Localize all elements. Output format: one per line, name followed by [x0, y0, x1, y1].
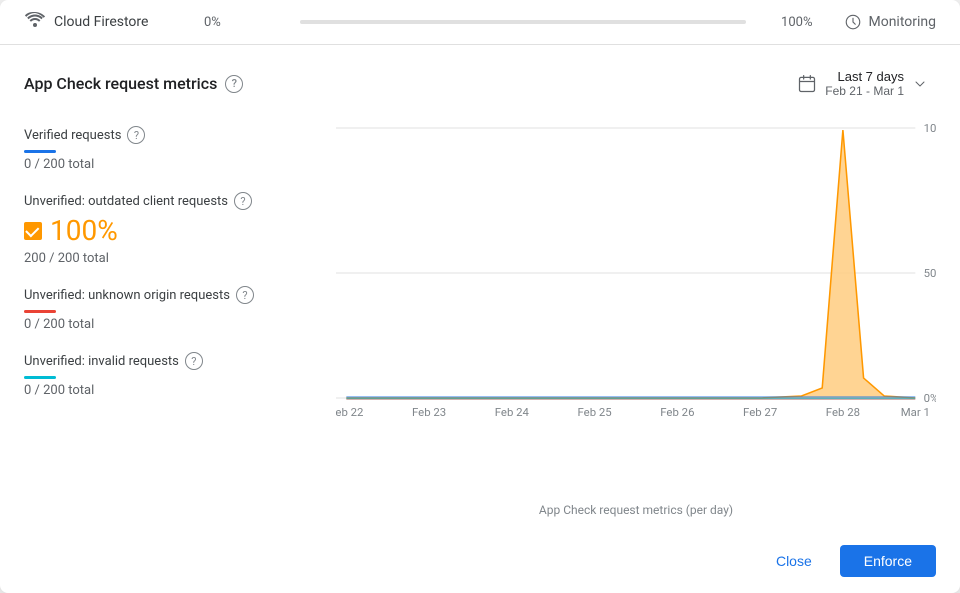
metric-invalid-line — [24, 376, 56, 379]
chart-svg: 100% 50% 0% Feb 22 Feb 23 Feb 24 Feb 25 … — [336, 118, 936, 499]
progress-left-label: 0% — [204, 15, 284, 30]
svg-text:Feb 28: Feb 28 — [826, 406, 860, 418]
section-help-icon[interactable]: ? — [225, 75, 243, 93]
section-header: App Check request metrics ? Last 7 days … — [24, 65, 936, 102]
section-title: App Check request metrics ? — [24, 74, 243, 93]
metric-unknown-origin-label: Unverified: unknown origin requests ? — [24, 286, 324, 304]
date-range-sub: Feb 21 - Mar 1 — [825, 84, 904, 98]
footer: Close Enforce — [0, 533, 960, 593]
metric-outdated-checkbox — [24, 222, 42, 240]
cloud-firestore-icon — [24, 12, 46, 32]
svg-text:100%: 100% — [924, 122, 936, 135]
service-info: Cloud Firestore — [24, 12, 204, 32]
svg-text:Feb 25: Feb 25 — [578, 406, 612, 418]
svg-text:0%: 0% — [924, 392, 936, 405]
metric-invalid: Unverified: invalid requests ? 0 / 200 t… — [24, 352, 324, 398]
main-content: App Check request metrics ? Last 7 days … — [0, 45, 960, 533]
date-range-button[interactable]: Last 7 days Feb 21 - Mar 1 — [789, 65, 936, 102]
close-button[interactable]: Close — [760, 545, 828, 577]
metric-verified-label: Verified requests ? — [24, 126, 324, 144]
metric-outdated-big: 100% — [24, 214, 324, 247]
metric-unknown-origin-value: 0 / 200 total — [24, 317, 324, 332]
service-name-label: Cloud Firestore — [54, 14, 148, 30]
svg-text:Mar 1: Mar 1 — [901, 406, 930, 418]
progress-right-label: 100% — [762, 15, 812, 30]
progress-bar — [300, 20, 746, 24]
metric-verified-line — [24, 150, 56, 153]
metric-verified: Verified requests ? 0 / 200 total — [24, 126, 324, 172]
metric-invalid-help[interactable]: ? — [185, 352, 203, 370]
dialog: Cloud Firestore 0% 100% Monitoring App C… — [0, 0, 960, 593]
monitoring-label: Monitoring — [868, 14, 936, 30]
metric-unknown-origin-help[interactable]: ? — [236, 286, 254, 304]
svg-text:Feb 27: Feb 27 — [743, 406, 777, 418]
chart-xlabel: App Check request metrics (per day) — [336, 503, 936, 517]
chart-graph: 100% 50% 0% Feb 22 Feb 23 Feb 24 Feb 25 … — [336, 118, 936, 418]
metric-invalid-label: Unverified: invalid requests ? — [24, 352, 324, 370]
svg-text:Feb 24: Feb 24 — [495, 406, 530, 418]
metric-verified-value: 0 / 200 total — [24, 157, 324, 172]
chevron-down-icon — [912, 76, 928, 92]
svg-text:Feb 23: Feb 23 — [412, 406, 446, 418]
enforce-button[interactable]: Enforce — [840, 545, 936, 577]
metric-unknown-origin-line — [24, 310, 56, 313]
svg-text:50%: 50% — [924, 267, 936, 280]
clock-icon — [844, 13, 862, 31]
metric-outdated: Unverified: outdated client requests ? 1… — [24, 192, 324, 266]
metric-outdated-label: Unverified: outdated client requests ? — [24, 192, 324, 210]
top-bar: Cloud Firestore 0% 100% Monitoring — [0, 0, 960, 45]
section-title-text: App Check request metrics — [24, 74, 217, 93]
calendar-icon — [797, 74, 817, 94]
metrics-sidebar: Verified requests ? 0 / 200 total Unveri… — [24, 118, 324, 517]
metric-outdated-percent: 100% — [50, 214, 118, 247]
monitoring-button[interactable]: Monitoring — [844, 13, 936, 31]
svg-text:Feb 26: Feb 26 — [660, 406, 694, 418]
date-range-lines: Last 7 days Feb 21 - Mar 1 — [825, 69, 904, 98]
metric-unknown-origin: Unverified: unknown origin requests ? 0 … — [24, 286, 324, 332]
chart-container: 100% 50% 0% Feb 22 Feb 23 Feb 24 Feb 25 … — [324, 118, 936, 517]
svg-text:Feb 22: Feb 22 — [336, 406, 363, 418]
chart-area: Verified requests ? 0 / 200 total Unveri… — [24, 118, 936, 517]
progress-area: 0% 100% — [204, 15, 812, 30]
date-range-main: Last 7 days — [838, 69, 905, 84]
metric-invalid-value: 0 / 200 total — [24, 383, 324, 398]
metric-outdated-help[interactable]: ? — [234, 192, 252, 210]
metric-outdated-value: 200 / 200 total — [24, 251, 324, 266]
metric-verified-help[interactable]: ? — [127, 126, 145, 144]
